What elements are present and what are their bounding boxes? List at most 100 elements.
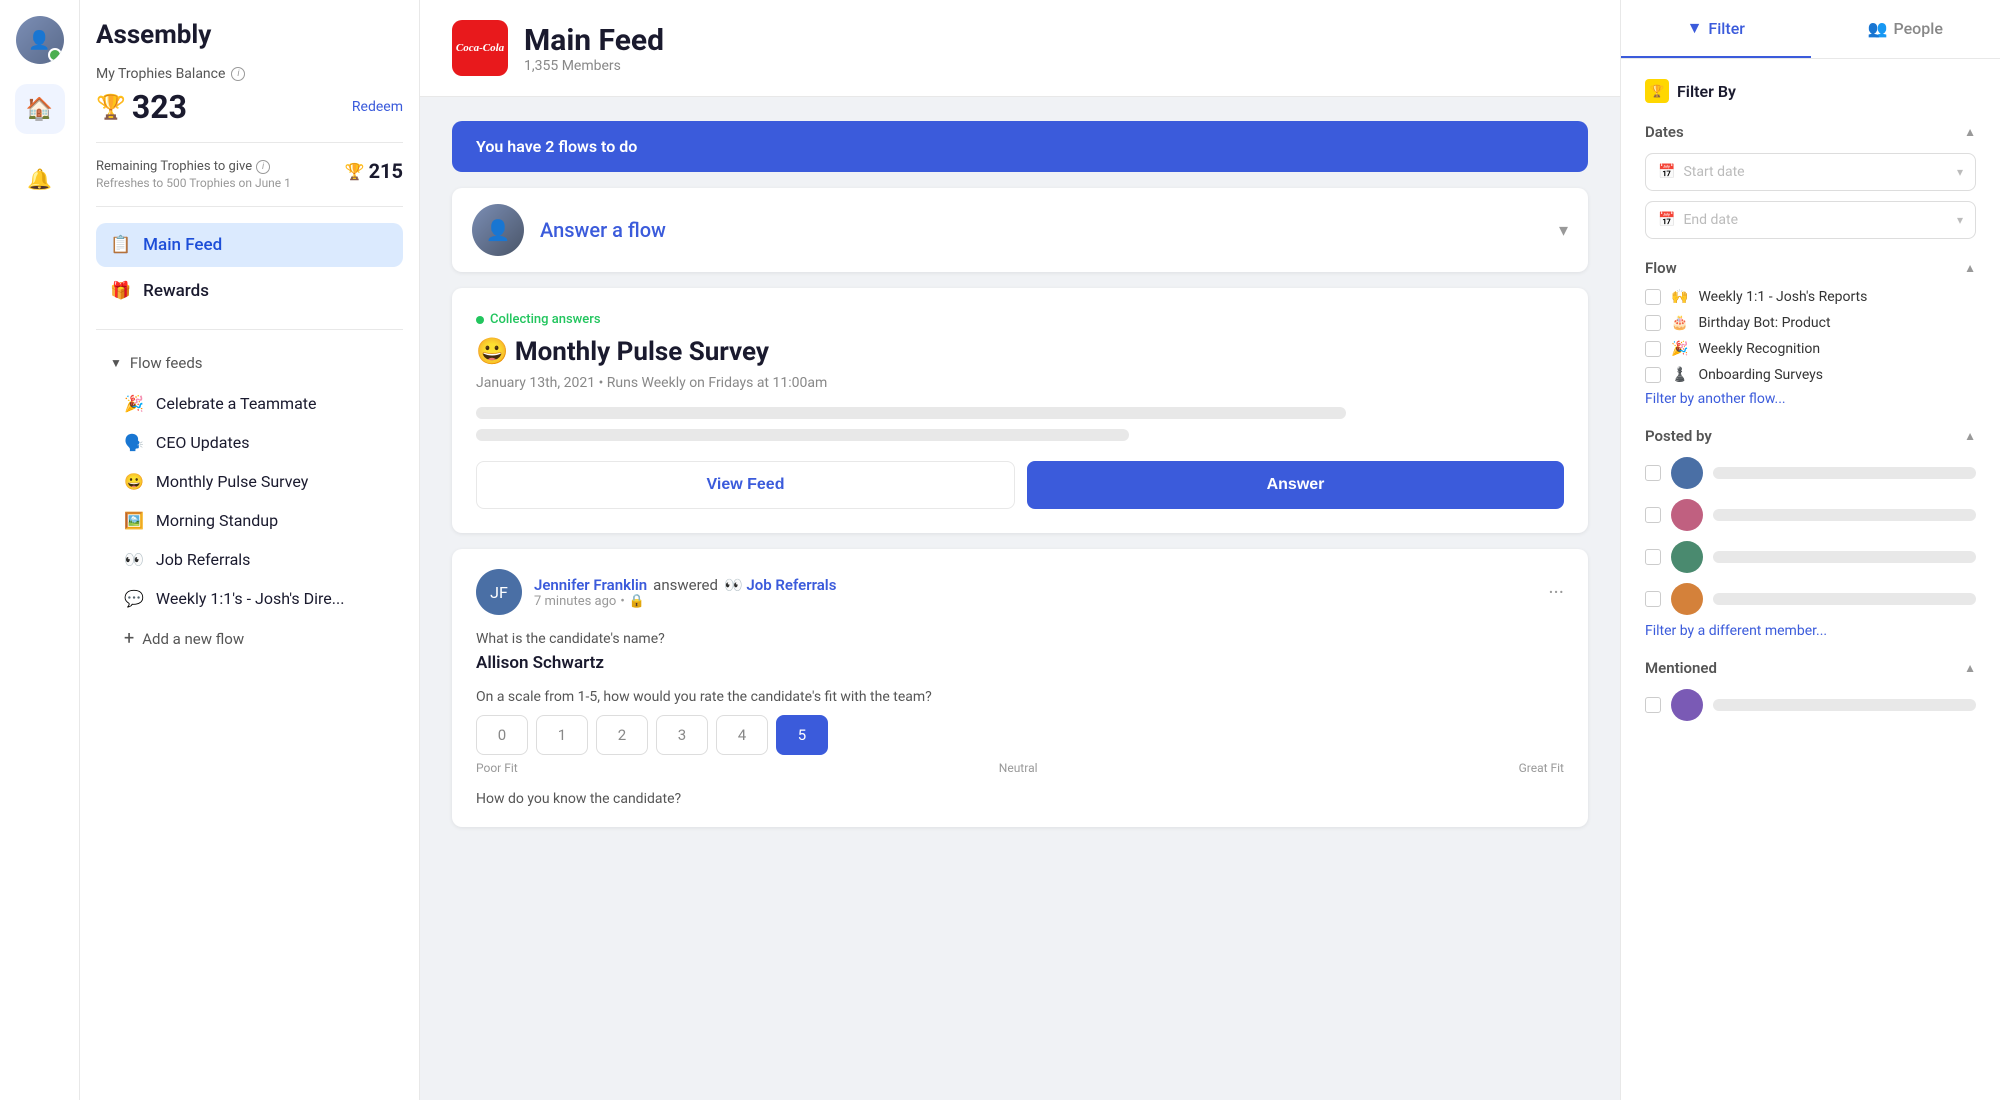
mentioned-name-bar-0 <box>1713 699 1976 711</box>
flow-filter-icon-0: 🙌 <box>1671 289 1688 305</box>
flow-feeds-chevron-icon: ▼ <box>110 356 122 370</box>
collecting-label: Collecting answers <box>490 312 601 327</box>
post-private-icon: • <box>620 594 624 609</box>
post-answer-1: Allison Schwartz <box>476 653 1564 673</box>
flow-filter-item-1: 🎂 Birthday Bot: Product <box>1645 315 1976 331</box>
flow-chevron-icon: ▲ <box>1964 261 1976 275</box>
view-feed-button[interactable]: View Feed <box>476 461 1015 509</box>
feed-header-text: Main Feed 1,355 Members <box>524 23 664 74</box>
filter-section-posted-by: Posted by ▲ <box>1645 427 1976 639</box>
mentioned-section-header[interactable]: Mentioned ▲ <box>1645 659 1976 677</box>
flow-item-celebrate[interactable]: 🎉 Celebrate a Teammate <box>96 384 403 423</box>
post-flow[interactable]: 👀 Job Referrals <box>724 576 836 594</box>
posted-by-section-header[interactable]: Posted by ▲ <box>1645 427 1976 445</box>
feed-title: Main Feed <box>524 23 664 58</box>
end-date-arrow-icon: ▾ <box>1957 213 1963 227</box>
dropdown-arrow-icon[interactable]: ▾ <box>1559 220 1568 241</box>
flow-item-job-referrals[interactable]: 👀 Job Referrals <box>96 540 403 579</box>
survey-lines <box>476 407 1564 441</box>
rating-labels: Poor Fit Neutral Great Fit <box>476 761 1564 775</box>
filter-by-different-member-link[interactable]: Filter by a different member... <box>1645 623 1976 639</box>
remaining-left: Remaining Trophies to give i Refreshes t… <box>96 159 345 190</box>
start-date-arrow-icon: ▾ <box>1957 165 1963 179</box>
flow-checkbox-3[interactable] <box>1645 367 1661 383</box>
tab-people[interactable]: 👥 People <box>1811 0 2000 58</box>
answer-flow-text[interactable]: Answer a flow <box>540 218 1543 242</box>
collecting-badge: Collecting answers <box>476 312 1564 327</box>
flow-section-header[interactable]: Flow ▲ <box>1645 259 1976 277</box>
flow-item-morning-standup[interactable]: 🖼️ Morning Standup <box>96 501 403 540</box>
filter-icon: ▼ <box>1687 18 1703 38</box>
end-date-input[interactable]: 📅 End date ▾ <box>1645 201 1976 239</box>
feed-subtitle: 1,355 Members <box>524 58 664 74</box>
bell-nav-icon[interactable]: 🔔 <box>15 154 65 204</box>
bell-icon: 🔔 <box>27 167 52 191</box>
flow-item-weekly-11s[interactable]: 💬 Weekly 1:1's - Josh's Dire... <box>96 579 403 618</box>
trophies-info-icon[interactable]: i <box>231 67 245 81</box>
post-options-icon[interactable]: ··· <box>1548 580 1564 604</box>
home-nav-icon[interactable]: 🏠 <box>15 84 65 134</box>
remaining-sub: Refreshes to 500 Trophies on June 1 <box>96 176 345 190</box>
tab-filter[interactable]: ▼ Filter <box>1621 0 1811 58</box>
survey-date: January 13th, 2021 • Runs Weekly on Frid… <box>476 375 1564 391</box>
posted-by-label: Posted by <box>1645 427 1712 445</box>
posted-by-item-1 <box>1645 499 1976 531</box>
dates-section-header[interactable]: Dates ▲ <box>1645 123 1976 141</box>
add-flow-button[interactable]: + Add a new flow <box>96 618 403 659</box>
filter-section-mentioned: Mentioned ▲ <box>1645 659 1976 721</box>
member-avatar-2 <box>1671 541 1703 573</box>
flow-item-monthly-pulse[interactable]: 😀 Monthly Pulse Survey <box>96 462 403 501</box>
filter-by-another-flow-link[interactable]: Filter by another flow... <box>1645 391 1976 407</box>
member-avatar-1 <box>1671 499 1703 531</box>
rating-btn-2[interactable]: 2 <box>596 715 648 755</box>
post-header: JF Jennifer Franklin answered 👀 Job Refe… <box>476 569 1564 615</box>
morning-standup-icon: 🖼️ <box>124 511 144 530</box>
survey-line-long <box>476 407 1346 419</box>
flow-checkbox-1[interactable] <box>1645 315 1661 331</box>
posted-by-checkbox-3[interactable] <box>1645 591 1661 607</box>
rating-label-left: Poor Fit <box>476 761 518 775</box>
mentioned-item-0 <box>1645 689 1976 721</box>
posted-by-checkbox-2[interactable] <box>1645 549 1661 565</box>
filter-section-dates: Dates ▲ 📅 Start date ▾ 📅 End date ▾ <box>1645 123 1976 239</box>
flow-feeds-header[interactable]: ▼ Flow feeds <box>96 346 403 380</box>
home-icon: 🏠 <box>26 97 53 122</box>
nav-item-main-feed[interactable]: 📋 Main Feed <box>96 223 403 267</box>
rating-btn-3[interactable]: 3 <box>656 715 708 755</box>
start-date-input[interactable]: 📅 Start date ▾ <box>1645 153 1976 191</box>
rating-btn-0[interactable]: 0 <box>476 715 528 755</box>
posted-by-checkbox-0[interactable] <box>1645 465 1661 481</box>
ceo-icon: 🗣️ <box>124 433 144 452</box>
redeem-link[interactable]: Redeem <box>352 99 403 115</box>
post-author[interactable]: Jennifer Franklin <box>534 576 647 594</box>
flow-filter-items: 🙌 Weekly 1:1 - Josh's Reports 🎂 Birthday… <box>1645 289 1976 383</box>
start-date-placeholder: Start date <box>1683 164 1949 180</box>
posted-by-checkbox-1[interactable] <box>1645 507 1661 523</box>
flow-checkbox-2[interactable] <box>1645 341 1661 357</box>
rating-btn-1[interactable]: 1 <box>536 715 588 755</box>
post-time: 7 minutes ago • 🔒 <box>534 594 1536 609</box>
flow-item-ceo[interactable]: 🗣️ CEO Updates <box>96 423 403 462</box>
flow-checkbox-0[interactable] <box>1645 289 1661 305</box>
flow-filter-label-0: Weekly 1:1 - Josh's Reports <box>1698 289 1867 305</box>
feed-header: Coca‑Cola Main Feed 1,355 Members <box>420 0 1620 97</box>
rating-btn-4[interactable]: 4 <box>716 715 768 755</box>
trophies-label: My Trophies Balance i <box>96 66 403 82</box>
mentioned-checkbox-0[interactable] <box>1645 697 1661 713</box>
flow-filter-item-2: 🎉 Weekly Recognition <box>1645 341 1976 357</box>
member-name-bar-2 <box>1713 551 1976 563</box>
coca-cola-logo-text: Coca‑Cola <box>456 42 504 54</box>
dates-chevron-icon: ▲ <box>1964 125 1976 139</box>
sidebar-title: Assembly <box>96 20 403 50</box>
remaining-info-icon[interactable]: i <box>256 160 270 174</box>
answer-button[interactable]: Answer <box>1027 461 1564 509</box>
member-name-bar-3 <box>1713 593 1976 605</box>
main-content: Coca‑Cola Main Feed 1,355 Members You ha… <box>420 0 1620 1100</box>
survey-card: Collecting answers 😀 Monthly Pulse Surve… <box>452 288 1588 533</box>
posted-by-item-0 <box>1645 457 1976 489</box>
mentioned-chevron-icon: ▲ <box>1964 661 1976 675</box>
survey-actions: View Feed Answer <box>476 461 1564 509</box>
rating-btn-5[interactable]: 5 <box>776 715 828 755</box>
user-avatar[interactable]: 👤 <box>16 16 64 64</box>
nav-item-rewards[interactable]: 🎁 Rewards <box>96 269 403 313</box>
